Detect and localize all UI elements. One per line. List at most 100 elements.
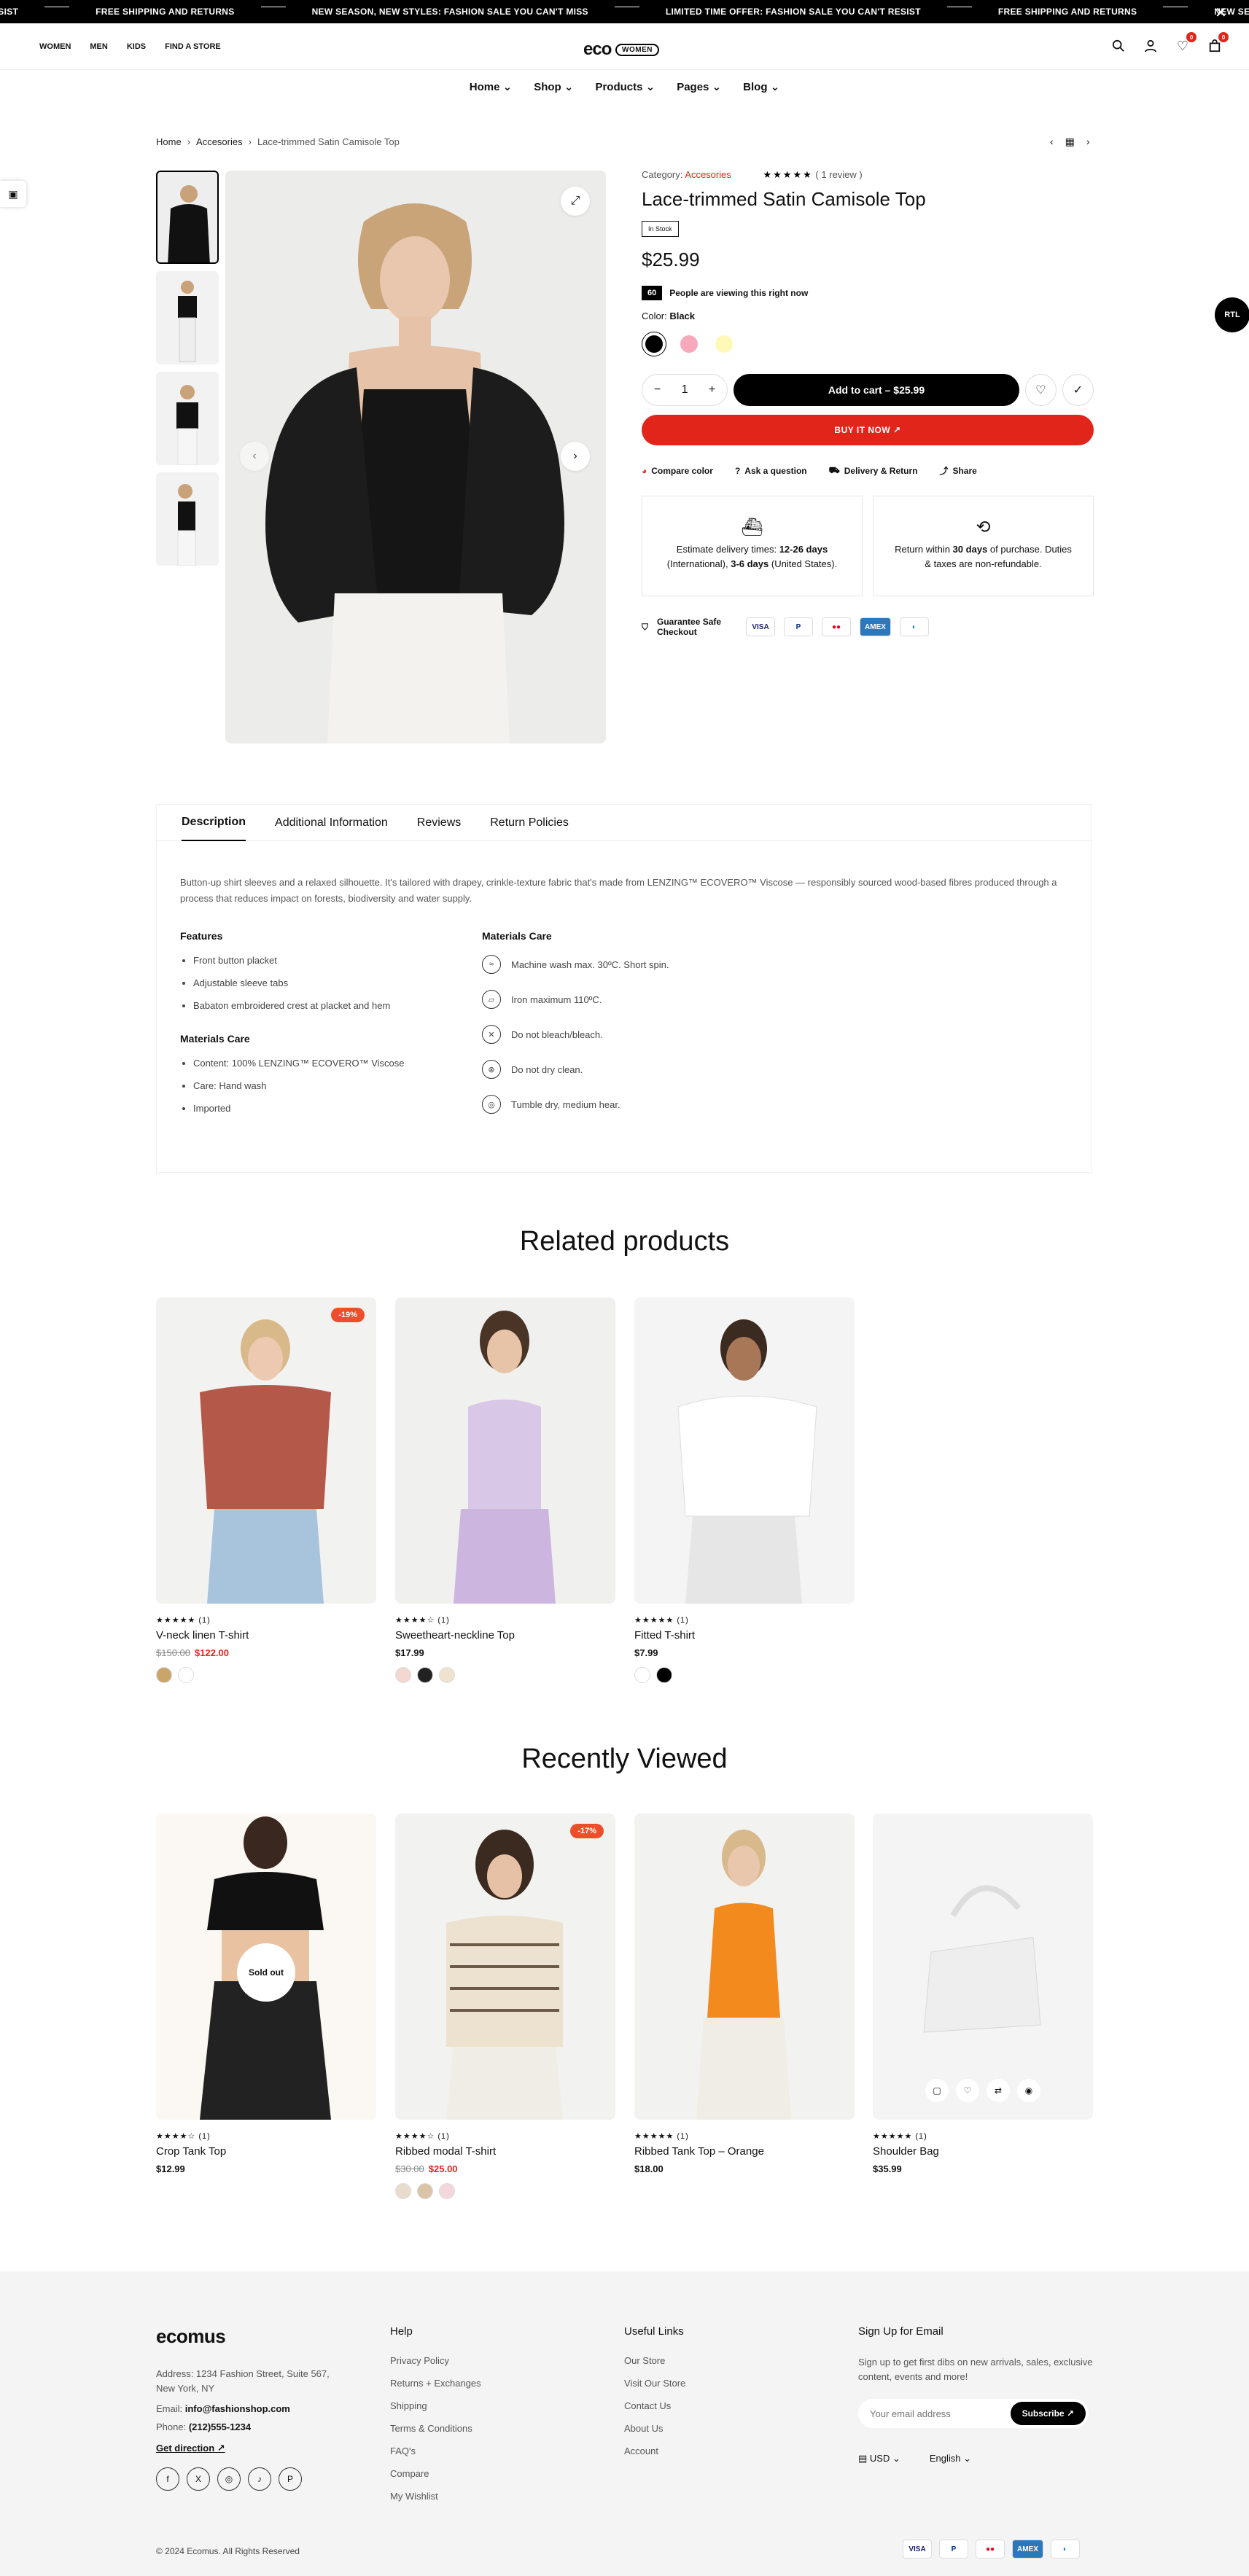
header-link-women[interactable]: WOMEN [39, 42, 71, 51]
color-dot[interactable] [439, 2183, 455, 2199]
cart-icon[interactable]: 0 [1207, 32, 1229, 54]
bag-icon[interactable]: ▢ [925, 2079, 949, 2102]
quantity-value[interactable]: 1 [682, 383, 688, 397]
next-product-icon[interactable]: › [1086, 136, 1090, 148]
product-card[interactable]: ★★★★★ (1) Ribbed Tank Top – Orange $18.0… [634, 1814, 855, 2174]
header-link-kids[interactable]: KIDS [127, 42, 146, 51]
product-name[interactable]: Fitted T-shirt [634, 1629, 855, 1642]
footer-link[interactable]: Our Store [624, 2355, 685, 2366]
email-input[interactable]: Your email address [870, 2408, 951, 2419]
x-icon[interactable]: X [187, 2467, 210, 2491]
wishlist-button[interactable]: ♡ [1024, 374, 1057, 406]
product-image[interactable]: -17% [395, 1814, 615, 2120]
color-dot[interactable] [178, 1667, 194, 1683]
pinterest-icon[interactable]: P [279, 2467, 302, 2491]
swatch-yellow[interactable] [712, 332, 736, 356]
footer-link[interactable]: Compare [390, 2468, 481, 2479]
delivery-return-link[interactable]: ⛟ Delivery & Return [829, 464, 918, 477]
footer-link[interactable]: Account [624, 2446, 685, 2456]
compare-icon[interactable]: ⇄ [987, 2079, 1010, 2102]
minus-icon[interactable]: − [654, 383, 661, 397]
tab-additional-info[interactable]: Additional Information [275, 805, 388, 841]
color-dot[interactable] [417, 2183, 433, 2199]
nav-blog[interactable]: Blog ⌄ [743, 80, 779, 108]
grid-icon[interactable]: ▦ [1065, 136, 1075, 148]
color-dot[interactable] [395, 2183, 411, 2199]
color-dot[interactable] [417, 1667, 433, 1683]
account-icon[interactable] [1143, 38, 1159, 54]
footer-link[interactable]: Privacy Policy [390, 2355, 481, 2366]
nav-shop[interactable]: Shop ⌄ [534, 80, 573, 108]
tiktok-icon[interactable]: ♪ [248, 2467, 271, 2491]
footer-link[interactable]: Shipping [390, 2400, 481, 2411]
thumbnail-image[interactable] [156, 372, 219, 465]
side-panel-icon[interactable]: ▣ [0, 181, 26, 207]
tab-return-policies[interactable]: Return Policies [490, 805, 569, 841]
header-link-find-store[interactable]: FIND A STORE [165, 42, 221, 51]
swatch-pink[interactable] [677, 332, 701, 356]
search-icon[interactable] [1110, 38, 1127, 54]
footer-link[interactable]: Visit Our Store [624, 2378, 685, 2389]
prev-image-icon[interactable]: ‹ [240, 442, 269, 471]
close-icon[interactable]: ✕ [1215, 4, 1227, 22]
color-dot[interactable] [156, 1667, 172, 1683]
footer-link[interactable]: FAQ's [390, 2446, 481, 2456]
color-dot[interactable] [439, 1667, 455, 1683]
product-card[interactable]: ★★★★☆ (1) Sweetheart-neckline Top $17.99 [395, 1297, 615, 1683]
color-dot[interactable] [634, 1667, 650, 1683]
email-value[interactable]: info@fashionshop.com [185, 2403, 290, 2414]
get-direction-link[interactable]: Get direction ↗ [156, 2443, 346, 2454]
footer-link[interactable]: Terms & Conditions [390, 2423, 481, 2434]
product-card[interactable]: ★★★★★ (1) Fitted T-shirt $7.99 [634, 1297, 855, 1683]
wishlist-icon[interactable]: ♡ 0 [1175, 32, 1197, 54]
product-card[interactable]: Sold out ★★★★☆ (1) Crop Tank Top $12.99 [156, 1814, 376, 2174]
buy-now-button[interactable]: BUY IT NOW ↗ [642, 415, 1094, 445]
product-image[interactable]: Sold out [156, 1814, 376, 2120]
color-dot[interactable] [656, 1667, 672, 1683]
product-card[interactable]: -19% ★★★★★ (1) V-neck linen T-shirt $150… [156, 1297, 376, 1683]
product-image[interactable] [634, 1297, 855, 1604]
expand-icon[interactable]: ⤢ [561, 187, 590, 216]
category-link[interactable]: Accesories [685, 169, 731, 180]
swatch-black[interactable] [642, 332, 666, 356]
compare-button[interactable]: ✓ [1062, 374, 1094, 406]
footer-link[interactable]: Returns + Exchanges [390, 2378, 481, 2389]
product-image[interactable]: ▢ ♡ ⇄ ◉ [873, 1814, 1093, 2120]
product-name[interactable]: Shoulder Bag [873, 2145, 1093, 2158]
color-dot[interactable] [395, 1667, 411, 1683]
currency-select[interactable]: ▤ USD ⌄ [858, 2453, 900, 2464]
product-name[interactable]: Ribbed modal T-shirt [395, 2145, 615, 2158]
product-image[interactable]: -19% [156, 1297, 376, 1604]
nav-home[interactable]: Home ⌄ [470, 80, 512, 108]
footer-link[interactable]: Contact Us [624, 2400, 685, 2411]
thumbnail-image[interactable] [156, 171, 219, 264]
product-image[interactable] [395, 1297, 615, 1604]
footer-link[interactable]: About Us [624, 2423, 685, 2434]
main-product-image[interactable]: ⤢ ‹ › [225, 171, 606, 743]
compare-color-link[interactable]: ◕ Compare color [642, 464, 713, 477]
breadcrumb-category[interactable]: Accesories [196, 136, 243, 147]
nav-products[interactable]: Products ⌄ [595, 80, 655, 108]
tab-description[interactable]: Description [182, 805, 246, 841]
tab-reviews[interactable]: Reviews [417, 805, 461, 841]
thumbnail-image[interactable] [156, 472, 219, 566]
phone-value[interactable]: (212)555-1234 [189, 2421, 251, 2432]
product-card[interactable]: ▢ ♡ ⇄ ◉ ★★★★★ (1) Shoulder Bag $35.99 [873, 1814, 1093, 2174]
heart-icon[interactable]: ♡ [956, 2079, 979, 2102]
language-select[interactable]: English ⌄ [930, 2453, 971, 2464]
share-link[interactable]: ⤴ Share [939, 464, 976, 477]
review-count[interactable]: ( 1 review ) [815, 169, 862, 180]
rtl-toggle[interactable]: RTL [1215, 297, 1249, 332]
add-to-cart-button[interactable]: Add to cart – $25.99 [734, 374, 1019, 406]
product-card[interactable]: -17% ★★★★☆ (1) Ribbed modal T-shirt $30.… [395, 1814, 615, 2199]
ask-question-link[interactable]: ? Ask a question [735, 464, 807, 477]
footer-link[interactable]: My Wishlist [390, 2491, 481, 2502]
product-name[interactable]: Sweetheart-neckline Top [395, 1629, 615, 1642]
site-logo[interactable]: eco WOMEN [583, 39, 659, 60]
nav-pages[interactable]: Pages ⌄ [677, 80, 721, 108]
product-image[interactable] [634, 1814, 855, 2120]
instagram-icon[interactable]: ◎ [217, 2467, 241, 2491]
product-name[interactable]: Crop Tank Top [156, 2145, 376, 2158]
product-name[interactable]: V-neck linen T-shirt [156, 1629, 376, 1642]
product-name[interactable]: Ribbed Tank Top – Orange [634, 2145, 855, 2158]
